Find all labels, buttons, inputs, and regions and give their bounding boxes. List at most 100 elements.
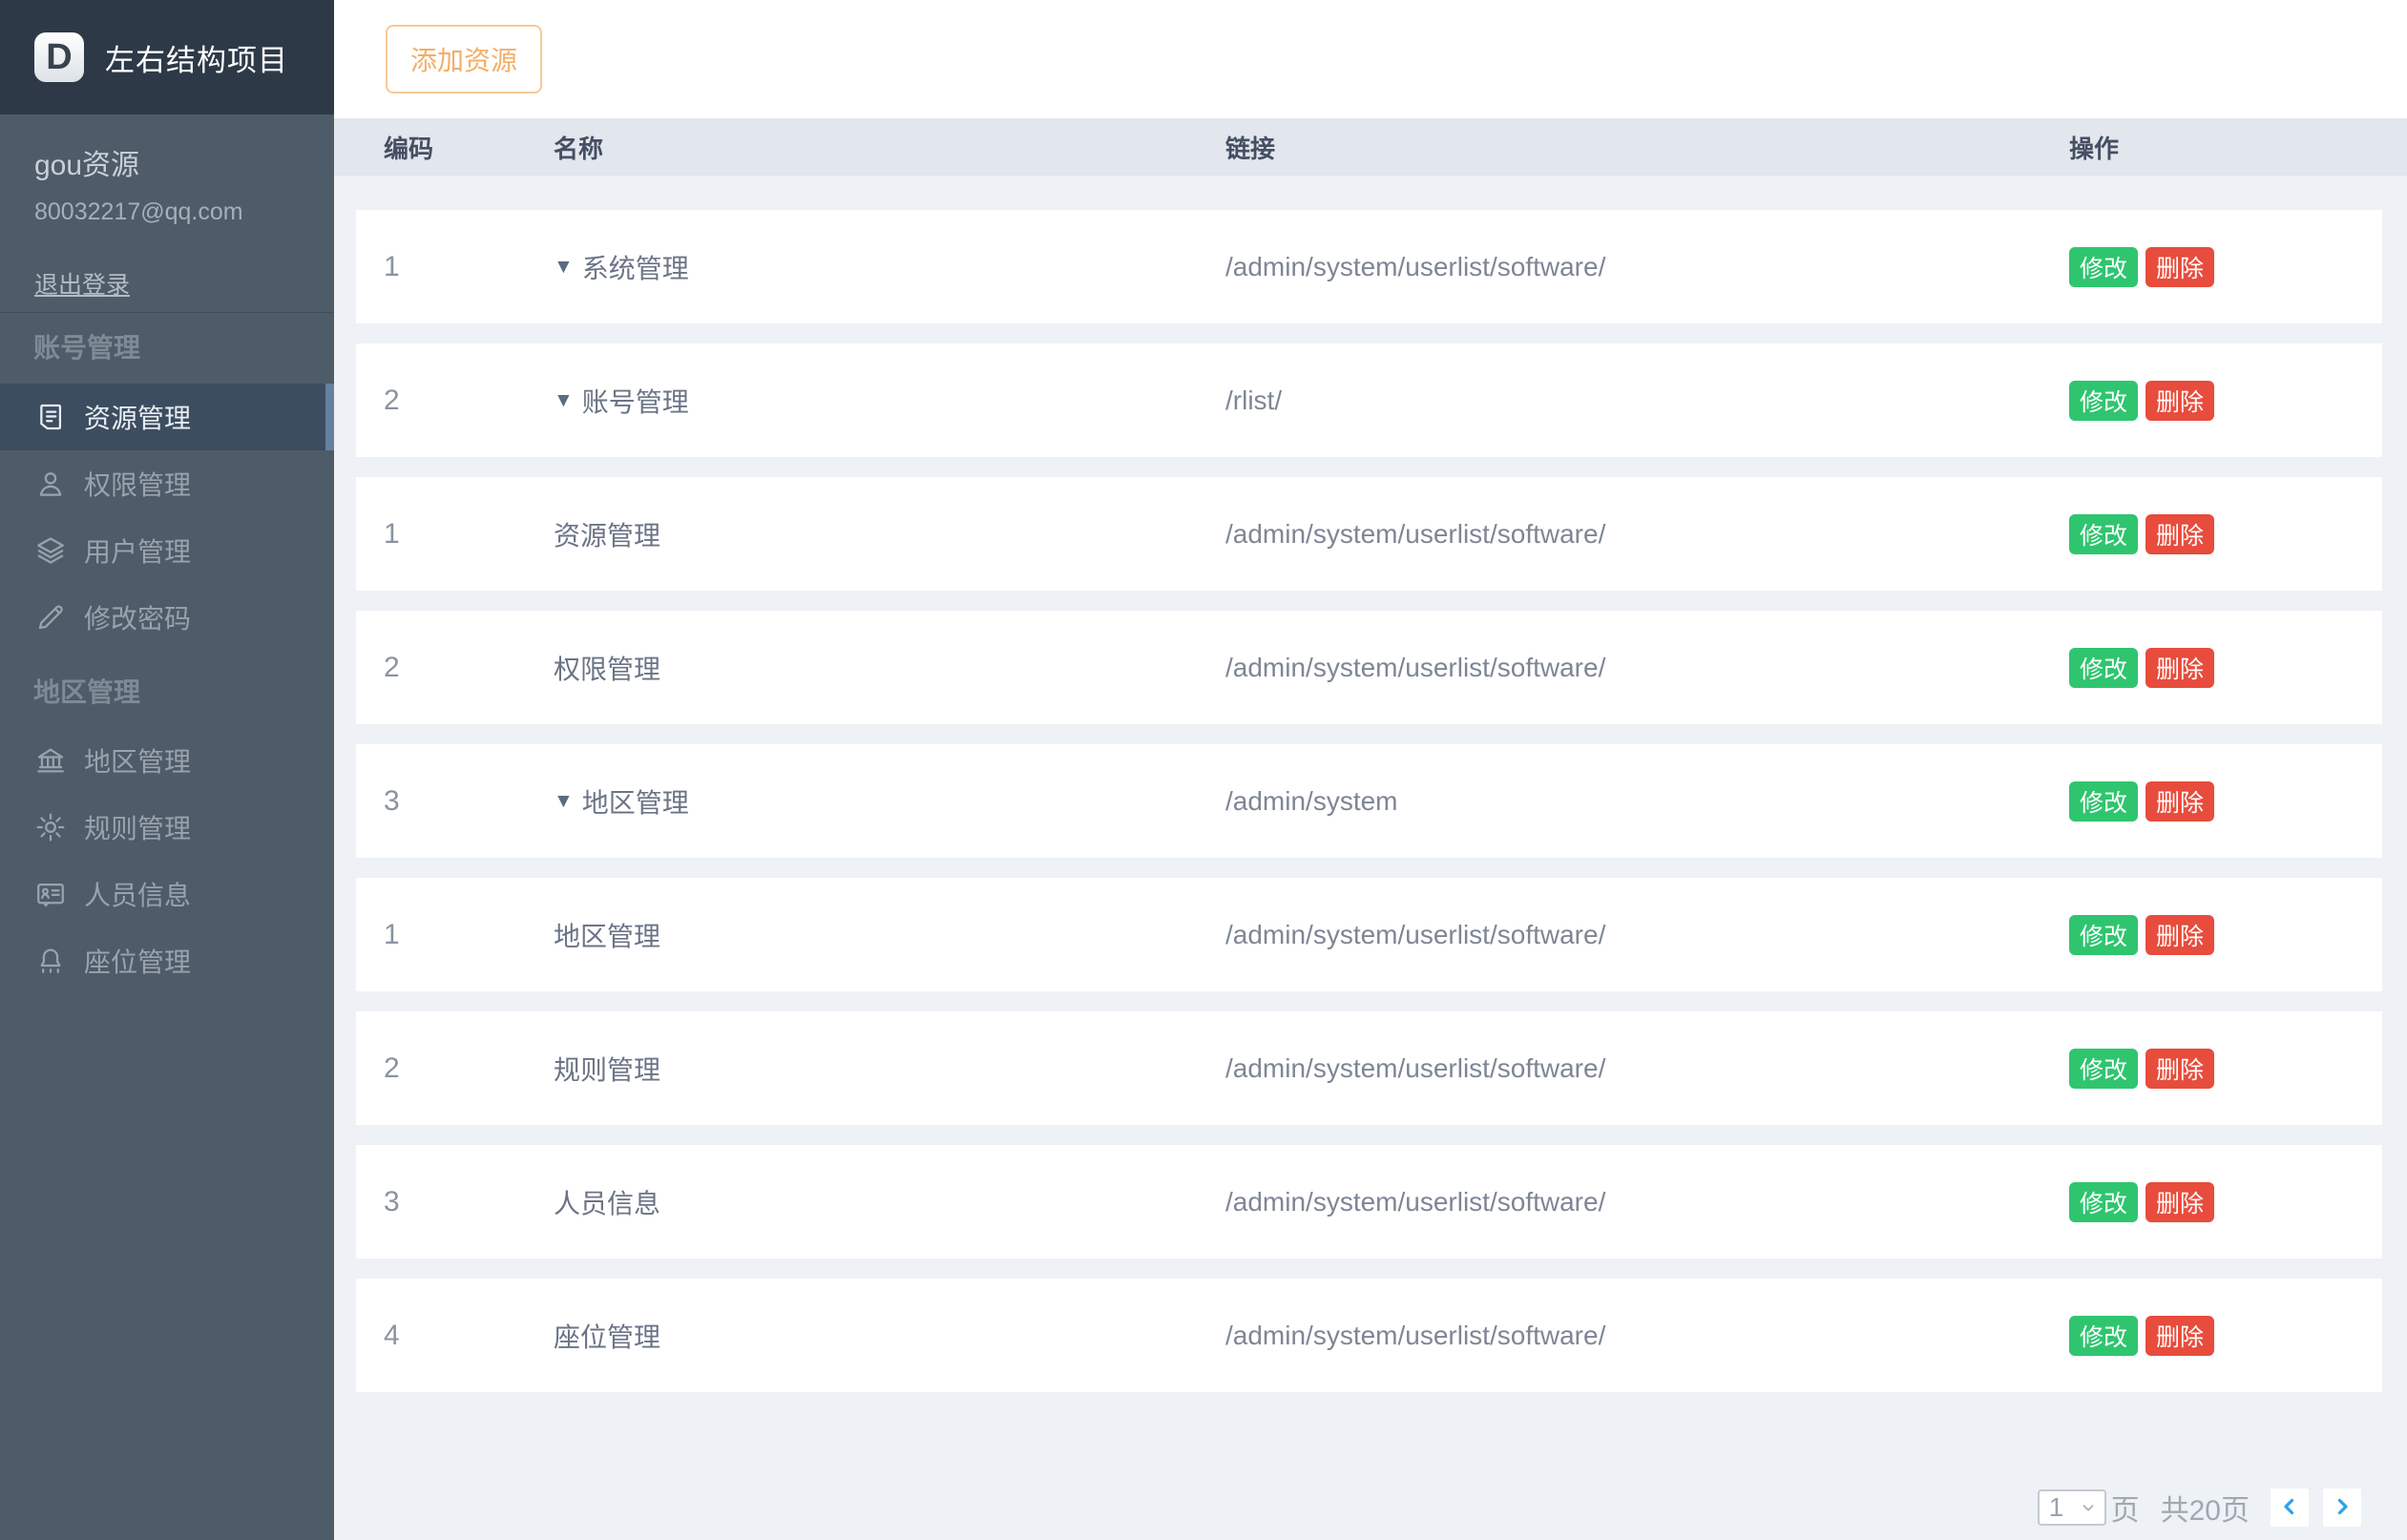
sidebar-item-users[interactable]: 用户管理 bbox=[0, 517, 334, 584]
row-link: /rlist/ bbox=[1225, 385, 2069, 416]
edit-button[interactable]: 修改 bbox=[2069, 381, 2138, 421]
total-pages-label: 共20页 bbox=[2161, 1487, 2250, 1529]
sidebar: D 左右结构项目 gou资源 80032217@qq.com 退出登录 账号管理… bbox=[0, 0, 334, 1540]
prev-page-button[interactable] bbox=[2271, 1488, 2309, 1527]
user-block: gou资源 80032217@qq.com 退出登录 bbox=[0, 114, 334, 313]
sidebar-item-label: 修改密码 bbox=[84, 598, 191, 636]
document-icon bbox=[34, 401, 67, 433]
edit-button[interactable]: 修改 bbox=[2069, 1182, 2138, 1222]
row-name: 座位管理 bbox=[554, 1317, 1225, 1355]
delete-button[interactable]: 删除 bbox=[2145, 247, 2214, 287]
pen-icon bbox=[34, 601, 67, 634]
row-actions: 修改删除 bbox=[2069, 247, 2382, 287]
sidebar-item-permissions[interactable]: 权限管理 bbox=[0, 450, 334, 517]
row-name-label: 账号管理 bbox=[582, 382, 689, 420]
delete-button[interactable]: 删除 bbox=[2145, 381, 2214, 421]
row-code: 4 bbox=[384, 1320, 554, 1352]
delete-button[interactable]: 删除 bbox=[2145, 1182, 2214, 1222]
row-code: 3 bbox=[384, 1186, 554, 1218]
table-header: 编码 名称 链接 操作 bbox=[334, 118, 2407, 176]
expand-triangle-icon[interactable]: ▼ bbox=[554, 790, 574, 813]
logout-link[interactable]: 退出登录 bbox=[34, 266, 130, 301]
row-name: ▼ 地区管理 bbox=[554, 782, 1225, 821]
sidebar-item-personnel[interactable]: 人员信息 bbox=[0, 861, 334, 927]
column-header-name: 名称 bbox=[554, 130, 1225, 165]
bank-icon bbox=[34, 744, 67, 777]
row-name: 地区管理 bbox=[554, 916, 1225, 954]
table-row: 3人员信息/admin/system/userlist/software/修改删… bbox=[356, 1145, 2382, 1259]
chevron-right-icon bbox=[2331, 1495, 2354, 1521]
edit-button[interactable]: 修改 bbox=[2069, 915, 2138, 955]
delete-button[interactable]: 删除 bbox=[2145, 781, 2214, 822]
logo-letter: D bbox=[46, 37, 72, 78]
edit-button[interactable]: 修改 bbox=[2069, 1049, 2138, 1089]
gear-icon bbox=[34, 811, 67, 843]
chevron-down-icon bbox=[2080, 1492, 2097, 1523]
sidebar-item-rules[interactable]: 规则管理 bbox=[0, 794, 334, 861]
row-name-label: 地区管理 bbox=[582, 782, 689, 821]
user-email: 80032217@qq.com bbox=[34, 198, 300, 226]
delete-button[interactable]: 删除 bbox=[2145, 648, 2214, 688]
sidebar-header: D 左右结构项目 bbox=[0, 0, 334, 114]
edit-button[interactable]: 修改 bbox=[2069, 514, 2138, 554]
row-code: 2 bbox=[384, 652, 554, 684]
menu-section-label-region: 地区管理 bbox=[0, 651, 334, 727]
delete-button[interactable]: 删除 bbox=[2145, 1316, 2214, 1356]
delete-button[interactable]: 删除 bbox=[2145, 1049, 2214, 1089]
row-code: 2 bbox=[384, 1052, 554, 1085]
page-select[interactable]: 1 bbox=[2038, 1489, 2106, 1526]
table-row: 2▼账号管理/rlist/修改删除 bbox=[356, 343, 2382, 457]
edit-button[interactable]: 修改 bbox=[2069, 781, 2138, 822]
row-name: 规则管理 bbox=[554, 1050, 1225, 1088]
sidebar-item-regions[interactable]: 地区管理 bbox=[0, 727, 334, 794]
row-actions: 修改删除 bbox=[2069, 1316, 2382, 1356]
row-name-label: 规则管理 bbox=[554, 1050, 660, 1088]
row-link: /admin/system/userlist/software/ bbox=[1225, 1321, 2069, 1351]
row-code: 1 bbox=[384, 919, 554, 951]
page-suffix-label: 页 bbox=[2111, 1487, 2140, 1529]
add-resource-button[interactable]: 添加资源 bbox=[386, 25, 542, 94]
sidebar-item-resources[interactable]: 资源管理 bbox=[0, 384, 334, 450]
edit-button[interactable]: 修改 bbox=[2069, 648, 2138, 688]
user-icon bbox=[34, 468, 67, 500]
edit-button[interactable]: 修改 bbox=[2069, 1316, 2138, 1356]
row-actions: 修改删除 bbox=[2069, 915, 2382, 955]
table-row: 2规则管理/admin/system/userlist/software/修改删… bbox=[356, 1011, 2382, 1125]
pagination: 1 页 共20页 bbox=[334, 1487, 2407, 1529]
delete-button[interactable]: 删除 bbox=[2145, 915, 2214, 955]
row-name: 权限管理 bbox=[554, 649, 1225, 687]
expand-triangle-icon[interactable]: ▼ bbox=[554, 389, 574, 412]
row-actions: 修改删除 bbox=[2069, 648, 2382, 688]
row-name-label: 系统管理 bbox=[582, 248, 689, 286]
row-code: 1 bbox=[384, 251, 554, 283]
table-row: 1资源管理/admin/system/userlist/software/修改删… bbox=[356, 477, 2382, 591]
table-row: 2权限管理/admin/system/userlist/software/修改删… bbox=[356, 611, 2382, 724]
sidebar-item-label: 权限管理 bbox=[84, 465, 191, 503]
page-select-value: 1 bbox=[2049, 1492, 2064, 1523]
row-name: 资源管理 bbox=[554, 515, 1225, 553]
column-header-link: 链接 bbox=[1225, 130, 2069, 165]
row-link: /admin/system/userlist/software/ bbox=[1225, 1187, 2069, 1217]
row-actions: 修改删除 bbox=[2069, 514, 2382, 554]
sidebar-item-seats[interactable]: 座位管理 bbox=[0, 927, 334, 994]
sidebar-menu: 账号管理资源管理权限管理用户管理修改密码地区管理地区管理规则管理人员信息座位管理 bbox=[0, 313, 334, 994]
edit-button[interactable]: 修改 bbox=[2069, 247, 2138, 287]
table-row: 1▼系统管理/admin/system/userlist/software/修改… bbox=[356, 210, 2382, 323]
row-code: 3 bbox=[384, 785, 554, 818]
sidebar-item-label: 规则管理 bbox=[84, 808, 191, 846]
app-window: D 左右结构项目 gou资源 80032217@qq.com 退出登录 账号管理… bbox=[0, 0, 2407, 1540]
app-title: 左右结构项目 bbox=[105, 36, 288, 79]
sidebar-item-label: 座位管理 bbox=[84, 942, 191, 980]
bell-icon bbox=[34, 945, 67, 977]
table-body: 1▼系统管理/admin/system/userlist/software/修改… bbox=[356, 210, 2382, 1412]
sidebar-item-password[interactable]: 修改密码 bbox=[0, 584, 334, 651]
row-code: 1 bbox=[384, 518, 554, 551]
row-actions: 修改删除 bbox=[2069, 381, 2382, 421]
user-name: gou资源 bbox=[34, 141, 300, 183]
next-page-button[interactable] bbox=[2323, 1488, 2361, 1527]
delete-button[interactable]: 删除 bbox=[2145, 514, 2214, 554]
row-name: ▼ 系统管理 bbox=[554, 248, 1225, 286]
row-actions: 修改删除 bbox=[2069, 1182, 2382, 1222]
expand-triangle-icon[interactable]: ▼ bbox=[554, 256, 574, 279]
sidebar-item-label: 地区管理 bbox=[84, 741, 191, 780]
